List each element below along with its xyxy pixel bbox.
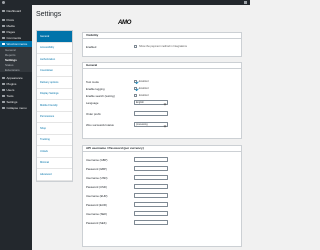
general-heading: General xyxy=(83,63,241,69)
api-label: Password (EUR) xyxy=(86,202,107,207)
tab-unlock[interactable]: Unlock xyxy=(37,146,72,158)
tab-delivery-options[interactable]: Delivery options xyxy=(37,77,72,89)
api-input[interactable] xyxy=(134,157,168,162)
comments-icon xyxy=(2,36,5,40)
search-checkbox[interactable] xyxy=(134,94,137,97)
pages-icon xyxy=(2,30,5,34)
api-label: Password (USD) xyxy=(86,184,107,189)
logging-label: Enable logging xyxy=(86,86,105,91)
language-label: Language xyxy=(86,100,99,105)
api-row: Password (USD) xyxy=(86,184,168,189)
visibility-heading: Visibility xyxy=(83,33,241,39)
tab-minimal[interactable]: Minimal xyxy=(37,158,72,169)
menu-item-collapse[interactable]: Collapse menu xyxy=(0,105,32,111)
user-avatar-icon[interactable] xyxy=(244,1,247,4)
tab-tracking[interactable]: Tracking xyxy=(37,135,72,146)
enabled-label: Enabled xyxy=(86,44,97,49)
api-label: Username (SEK) xyxy=(86,211,108,216)
woocommerce-icon xyxy=(2,42,5,46)
main-content: Settings AMO General Accessibility Autho… xyxy=(32,5,250,250)
enabled-checkbox[interactable] xyxy=(134,45,137,48)
api-row: Password (EUR) xyxy=(86,202,168,207)
order-prefix-label: Order prefix xyxy=(86,111,101,116)
search-row: Enable search (testing) Enabled xyxy=(86,93,149,98)
dashboard-icon xyxy=(2,9,5,13)
logging-row: Enable logging Enabled xyxy=(86,86,149,91)
api-label: Password (SEK) xyxy=(86,220,107,225)
api-input[interactable] xyxy=(134,175,168,180)
search-text: Enabled xyxy=(139,94,149,97)
api-panel: API username / Password (per currency) U… xyxy=(82,145,242,247)
users-icon xyxy=(2,88,5,92)
api-row: Username (EUR) xyxy=(86,193,168,198)
tools-icon xyxy=(2,94,5,98)
tab-mobile-friendly[interactable]: Mobile Friendly xyxy=(37,100,72,112)
tab-permissions[interactable]: Permissions xyxy=(37,112,72,123)
status-row: Woo successful status processing xyxy=(86,122,168,127)
api-label: Password (GBP) xyxy=(86,166,107,171)
api-input[interactable] xyxy=(134,193,168,198)
language-select[interactable]: English xyxy=(134,100,168,105)
status-label: Woo successful status xyxy=(86,122,114,127)
tab-display-settings[interactable]: Display Settings xyxy=(37,89,72,100)
api-input[interactable] xyxy=(134,220,168,225)
general-panel: General Test mode Enabled Enable logging… xyxy=(82,62,242,139)
order-prefix-input[interactable] xyxy=(134,111,168,116)
settings-tabs: General Accessibility Authorization Coun… xyxy=(36,30,73,182)
api-row: Username (SEK) xyxy=(86,211,168,216)
visibility-panel: Visibility Enabled Show the payment meth… xyxy=(82,32,242,57)
test-mode-label: Test mode xyxy=(86,79,99,84)
order-prefix-row: Order prefix xyxy=(86,111,168,116)
enabled-description: Show the payment method in Integrations xyxy=(139,45,187,48)
brand-logo: AMO xyxy=(118,20,132,26)
admin-sidebar: Dashboard Posts Media Pages Comments Woo… xyxy=(0,5,32,250)
language-row: Language English xyxy=(86,100,168,105)
test-mode-checkbox[interactable] xyxy=(134,80,137,83)
tab-authorization[interactable]: Authorization xyxy=(37,54,72,66)
api-label: Username (EUR) xyxy=(86,193,108,198)
tab-general[interactable]: General xyxy=(37,31,72,43)
test-mode-text: Enabled xyxy=(139,80,149,83)
status-select[interactable]: processing xyxy=(134,122,168,127)
posts-icon xyxy=(2,18,5,22)
tab-countdown[interactable]: Countdown xyxy=(37,66,72,77)
logging-text: Enabled xyxy=(139,87,149,90)
visibility-enabled-row: Enabled Show the payment method in Integ… xyxy=(86,44,187,49)
api-input[interactable] xyxy=(134,211,168,216)
page-title: Settings xyxy=(36,11,62,18)
search-label: Enable search (testing) xyxy=(86,93,115,98)
api-row: Password (SEK) xyxy=(86,220,168,225)
appearance-icon xyxy=(2,76,5,80)
api-label: Username (GBP) xyxy=(86,157,108,162)
test-mode-row: Test mode Enabled xyxy=(86,79,149,84)
collapse-icon xyxy=(2,106,5,110)
settings-icon xyxy=(2,100,5,104)
wordpress-icon[interactable] xyxy=(2,1,5,4)
api-label: Username (USD) xyxy=(86,175,108,180)
api-row: Username (USD) xyxy=(86,175,168,180)
api-input[interactable] xyxy=(134,184,168,189)
tab-accessibility[interactable]: Accessibility xyxy=(37,43,72,54)
api-row: Username (GBP) xyxy=(86,157,168,162)
logging-checkbox[interactable] xyxy=(134,87,137,90)
api-heading: API username / Password (per currency) xyxy=(83,146,241,152)
api-row: Password (GBP) xyxy=(86,166,168,171)
tab-advanced[interactable]: Advanced xyxy=(37,169,72,181)
media-icon xyxy=(2,24,5,28)
plugins-icon xyxy=(2,82,5,86)
tab-shop[interactable]: Shop xyxy=(37,123,72,135)
api-input[interactable] xyxy=(134,166,168,171)
api-input[interactable] xyxy=(134,202,168,207)
